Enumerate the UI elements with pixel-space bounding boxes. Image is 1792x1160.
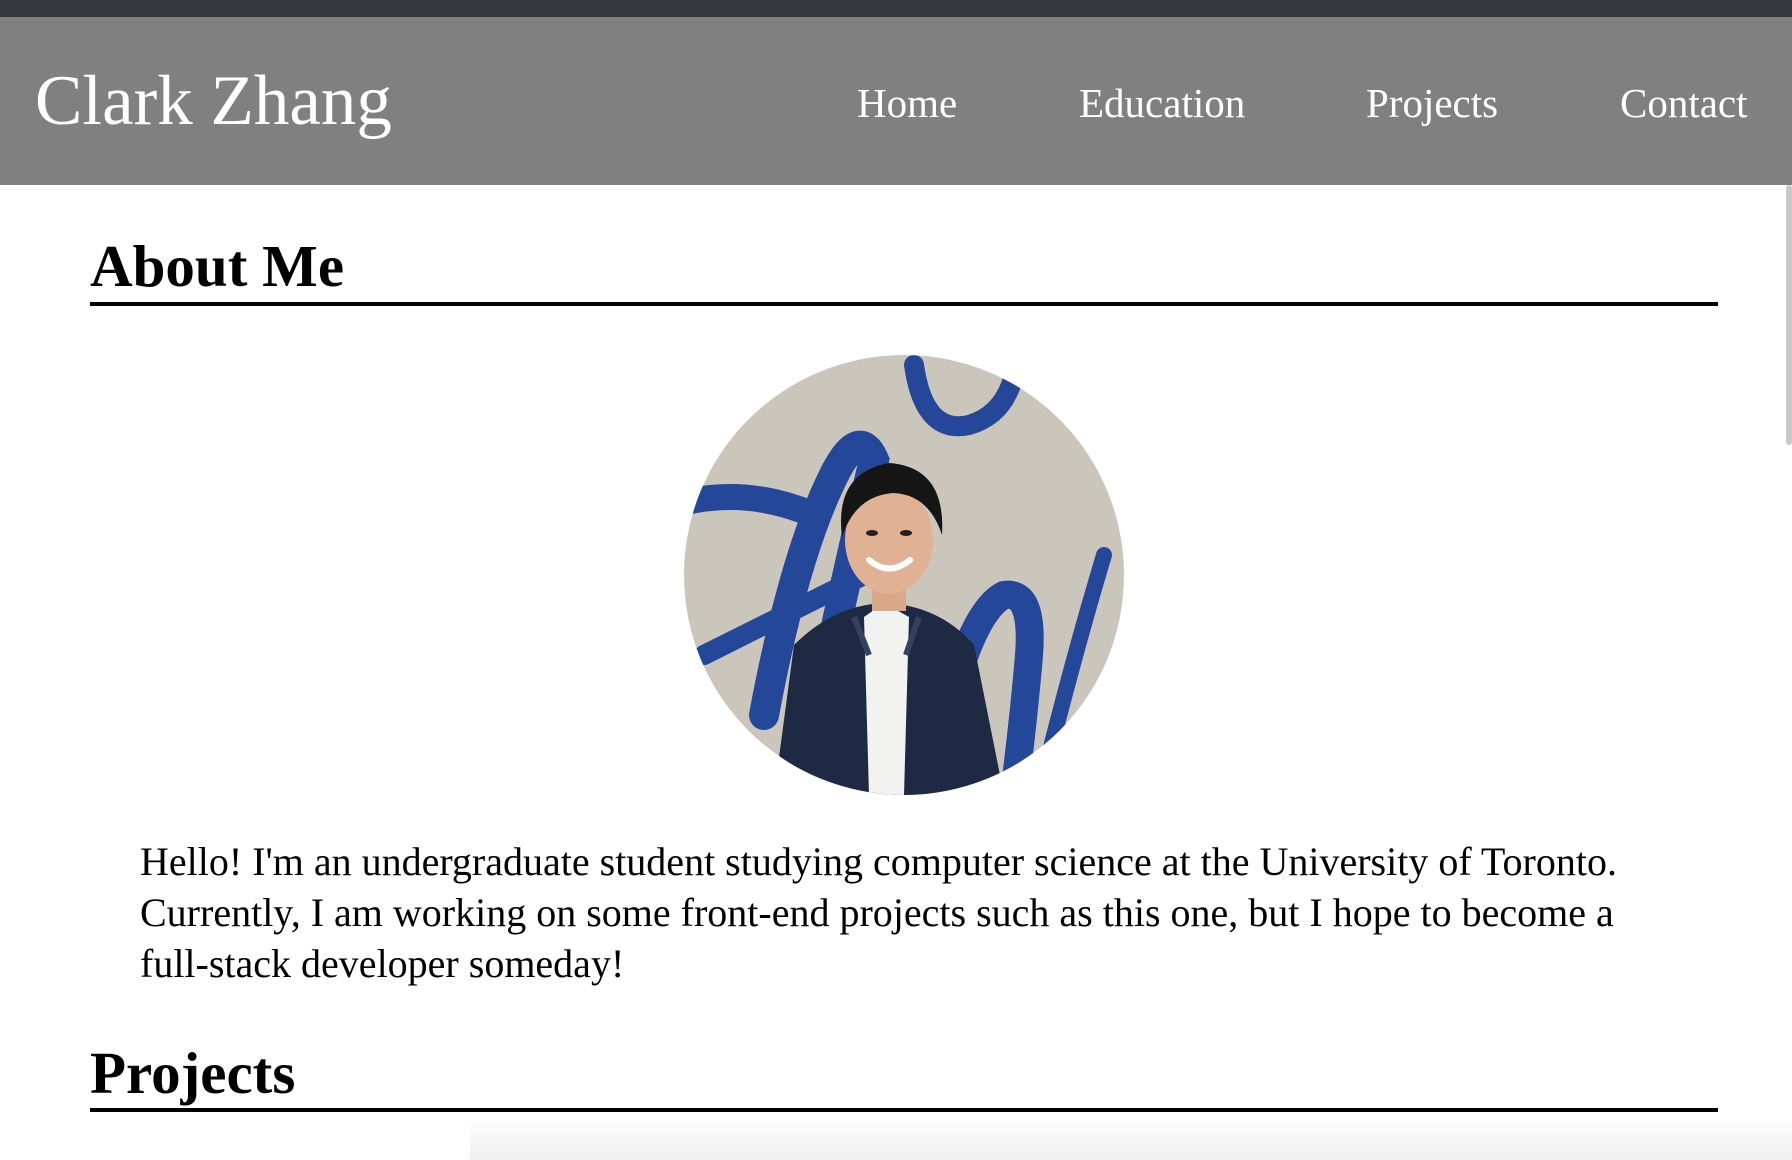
site-brand-link[interactable]: Clark Zhang (35, 61, 392, 141)
nav-projects-link[interactable]: Projects (1366, 79, 1498, 127)
navbar: Clark Zhang Home Education Projects Cont… (0, 17, 1792, 185)
about-divider (90, 302, 1718, 306)
window-top-strip (0, 0, 1792, 17)
scroll-fade (470, 1118, 1792, 1160)
projects-divider (90, 1108, 1718, 1112)
profile-photo (684, 355, 1124, 795)
scrollbar-thumb[interactable] (1786, 185, 1792, 445)
about-heading: About Me (90, 233, 345, 299)
projects-heading: Projects (90, 1040, 296, 1106)
nav-home-link[interactable]: Home (857, 79, 957, 127)
about-bio-text: Hello! I'm an undergraduate student stud… (140, 839, 1617, 986)
nav-education-link[interactable]: Education (1079, 79, 1245, 127)
nav-contact-link[interactable]: Contact (1620, 79, 1748, 127)
